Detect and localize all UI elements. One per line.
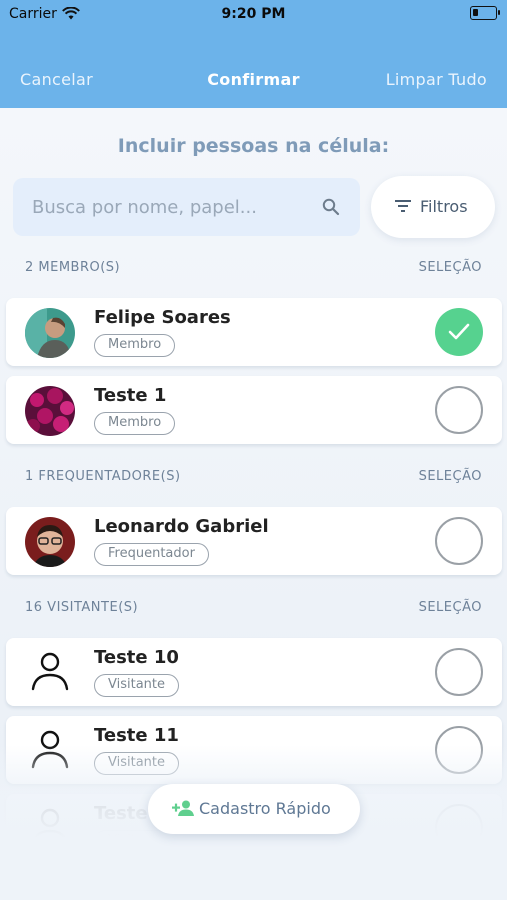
selection-checkbox[interactable] [435, 386, 483, 434]
person-icon [31, 652, 69, 691]
section-count: 1 FREQUENTADORE(S) [25, 469, 181, 484]
selection-checkbox[interactable] [435, 726, 483, 774]
battery-icon [470, 6, 500, 20]
search-box [13, 178, 360, 236]
selection-checkbox[interactable] [435, 804, 483, 852]
filter-icon [395, 200, 411, 212]
selection-checkbox[interactable] [435, 648, 483, 696]
person-name: Teste [94, 803, 148, 824]
person-name: Teste 11 [94, 725, 179, 746]
role-badge: Frequentador [94, 543, 209, 566]
role-badge: Visitante [94, 830, 180, 853]
page-title: Incluir pessoas na célula: [117, 135, 390, 157]
role-badge: Visitante [94, 752, 180, 775]
section-count: 2 MEMBRO(S) [25, 260, 121, 275]
person-row[interactable]: Teste 10 Visitante [6, 638, 502, 706]
filters-button[interactable]: Filtros [371, 176, 495, 238]
person-icon [31, 808, 69, 847]
quick-register-button[interactable]: Cadastro Rápido [148, 784, 360, 834]
clock: 9:20 PM [221, 6, 286, 22]
checkmark-icon [448, 323, 470, 340]
main-content: Incluir pessoas na célula: Filtros 2 MEM… [0, 108, 507, 900]
selected-checkbox[interactable] [435, 308, 483, 356]
person-row[interactable]: Teste 1 Membro [6, 376, 502, 444]
person-name: Felipe Soares [94, 307, 231, 328]
role-badge: Membro [94, 334, 176, 357]
section-selection-label: SELEÇÃO [418, 600, 482, 615]
avatar [25, 517, 75, 567]
person-icon [31, 730, 69, 769]
section-header-visitors: 16 VISITANTE(S) SELEÇÃO [0, 600, 507, 620]
status-bar: Carrier 9:20 PM [0, 0, 507, 30]
person-row[interactable]: Leonardo Gabriel Frequentador [6, 507, 502, 575]
add-person-icon [172, 800, 194, 816]
person-row[interactable]: Teste 11 Visitante [6, 716, 502, 784]
filters-label: Filtros [420, 197, 468, 216]
navigation-bar: Cancelar Confirmar Limpar Tudo [0, 30, 507, 108]
section-count: 16 VISITANTE(S) [25, 600, 139, 615]
selection-checkbox[interactable] [435, 517, 483, 565]
clear-all-button[interactable]: Limpar Tudo [386, 70, 487, 89]
person-row[interactable]: Felipe Soares Membro [6, 298, 502, 366]
search-input[interactable] [13, 178, 313, 236]
person-name: Leonardo Gabriel [94, 516, 269, 537]
avatar [25, 386, 75, 436]
section-selection-label: SELEÇÃO [418, 260, 482, 275]
search-icon [322, 198, 340, 216]
role-badge: Membro [94, 412, 176, 435]
section-header-attendees: 1 FREQUENTADORE(S) SELEÇÃO [0, 469, 507, 489]
person-name: Teste 1 [94, 385, 167, 406]
quick-register-label: Cadastro Rápido [199, 799, 331, 818]
person-name: Teste 10 [94, 647, 179, 668]
role-badge: Visitante [94, 674, 180, 697]
section-header-members: 2 MEMBRO(S) SELEÇÃO [0, 260, 507, 280]
avatar [25, 308, 75, 358]
section-selection-label: SELEÇÃO [418, 469, 482, 484]
